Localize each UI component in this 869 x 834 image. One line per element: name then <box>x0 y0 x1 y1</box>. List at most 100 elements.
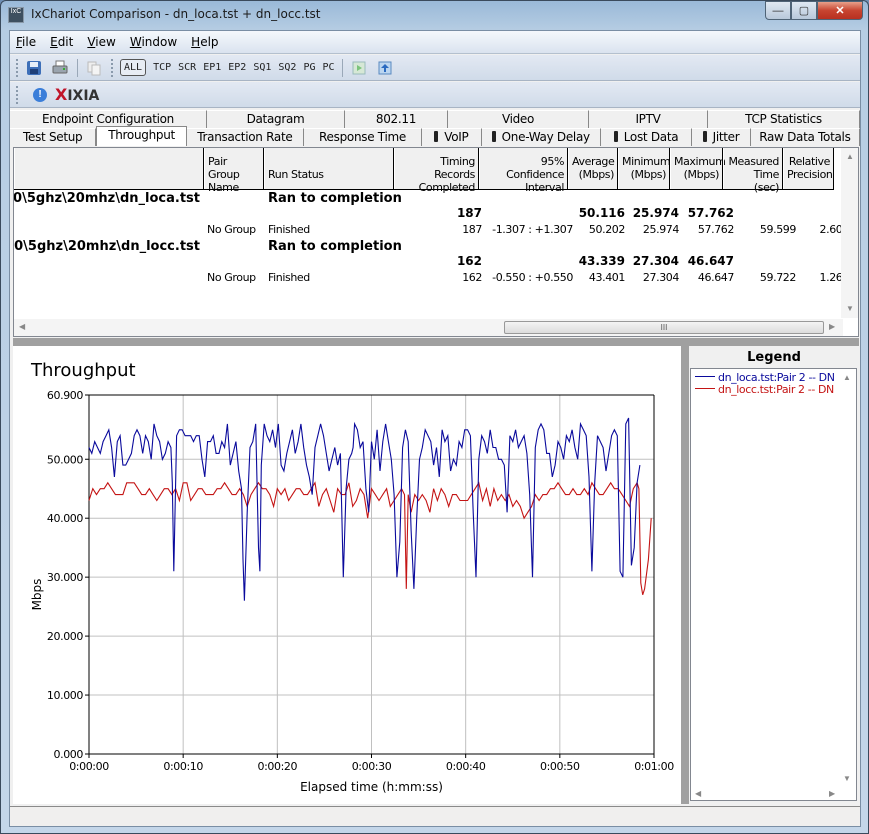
maximize-button[interactable]: ▢ <box>791 1 817 20</box>
tab-throughput[interactable]: Throughput <box>96 126 187 146</box>
tab-802-11[interactable]: 802.11 <box>345 110 448 128</box>
horizontal-scroll-thumb[interactable]: III <box>504 321 824 334</box>
filter-tcp-button[interactable]: TCP <box>153 62 171 73</box>
menu-file[interactable]: File <box>16 35 36 49</box>
filter-pg-button[interactable]: PG <box>303 62 315 73</box>
pair-maximum: 46.647 <box>697 271 734 284</box>
column-header-line2: (Mbps) <box>578 168 615 181</box>
scroll-down-arrow-icon[interactable]: ▼ <box>846 304 854 313</box>
legend-scroll-left-icon[interactable]: ◀ <box>695 789 701 798</box>
tab-response-time[interactable]: Response Time <box>303 128 423 146</box>
tab-label: Transaction Rate <box>197 130 293 144</box>
column-header[interactable]: Average (Mbps) <box>568 148 618 189</box>
scroll-left-arrow-icon[interactable]: ◀ <box>19 322 25 331</box>
chart-panel: Throughput 0:00:00 0:00:10 0:00:20 0:00:30 0:… <box>13 346 681 804</box>
menu-window[interactable]: Window <box>130 35 177 49</box>
tab-strip: Endpoint Configuration Datagram 802.11 Vide… <box>10 109 861 147</box>
tab-one-way-delay[interactable]: One-Way Delay <box>481 128 601 146</box>
column-header[interactable]: 95% Confidence Interval <box>479 148 568 194</box>
maximum-total: 46.647 <box>687 254 734 268</box>
tab-lost-data[interactable]: Lost Data <box>600 128 693 146</box>
records-total: 162 <box>456 254 482 268</box>
column-header-line1 <box>268 155 390 168</box>
group-row[interactable]: 500\5ghz\20mhz\dn_loca.tst Ran to complet… <box>14 191 844 207</box>
print-icon[interactable] <box>51 59 69 77</box>
column-header[interactable]: Relative Precision <box>783 148 834 189</box>
status-bar <box>10 806 860 826</box>
legend-item[interactable]: dn_locc.tst:Pair 2 -- DN <box>695 383 834 396</box>
column-header-line1: Measured <box>728 155 779 168</box>
pair-records: 187 <box>462 223 482 236</box>
tab-transaction-rate[interactable]: Transaction Rate <box>186 128 304 146</box>
save-icon[interactable] <box>25 59 43 77</box>
results-table: Pair Group Name Run Status Timing Records C… <box>13 147 859 337</box>
menu-edit[interactable]: Edit <box>50 35 73 49</box>
vertical-splitter[interactable] <box>681 346 689 804</box>
toolbar-grip[interactable] <box>16 85 19 104</box>
tab-tcp-statistics[interactable]: TCP Statistics <box>708 110 860 128</box>
column-header-line2: (Mbps) <box>630 168 667 181</box>
tab-voip[interactable]: VoIP <box>422 128 482 146</box>
filter-ep2-button[interactable]: EP2 <box>228 62 246 73</box>
pair-average: 50.202 <box>588 223 625 236</box>
import-icon[interactable] <box>376 59 394 77</box>
minimize-button[interactable]: — <box>765 1 791 20</box>
legend-scroll-down-icon[interactable]: ▼ <box>843 774 851 783</box>
pair-confidence-interval: -0.550 : +0.550 <box>492 271 573 284</box>
tab-jitter[interactable]: Jitter <box>692 128 751 146</box>
column-header[interactable] <box>14 148 204 189</box>
title-bar[interactable]: IxC IxChariot Comparison - dn_loca.tst +… <box>1 1 868 29</box>
x-tick-label: 0:00:50 <box>540 760 580 773</box>
scroll-right-arrow-icon[interactable]: ▶ <box>829 322 835 331</box>
filter-all-button[interactable]: ALL <box>120 59 147 76</box>
column-header[interactable]: Run Status <box>264 148 394 189</box>
table-horizontal-scrollbar[interactable]: ◀ III ▶ <box>14 319 843 336</box>
legend-panel: Legend ▲ ▼ ◀ ▶ dn_loca.tst:Pair 2 -- DN d… <box>689 346 859 804</box>
summary-row[interactable]: 162 43.339 27.304 46.647 <box>14 254 844 270</box>
column-header[interactable]: Timing Records Completed <box>394 148 479 194</box>
filter-scr-button[interactable]: SCR <box>178 62 196 73</box>
column-header[interactable]: Measured Time (sec) <box>723 148 783 194</box>
tab-video[interactable]: Video <box>448 110 589 128</box>
tab-raw-data-totals[interactable]: Raw Data Totals <box>750 128 861 146</box>
pair-row[interactable]: No Group Finished 162 -0.550 : +0.550 43.401… <box>14 271 849 287</box>
column-header[interactable]: Pair Group Name <box>204 148 264 194</box>
secondary-toolbar: ! XIXIA <box>10 82 860 108</box>
tab-datagram[interactable]: Datagram <box>207 110 345 128</box>
phone-icon <box>613 131 618 142</box>
copy-icon[interactable] <box>85 59 103 77</box>
group-row[interactable]: 500\5ghz\20mhz\dn_locc.tst Ran to complet… <box>14 239 844 255</box>
legend-line-swatch <box>695 388 715 389</box>
info-icon[interactable]: ! <box>33 87 47 102</box>
horizontal-splitter[interactable] <box>13 338 859 346</box>
scroll-up-arrow-icon[interactable]: ▲ <box>846 152 854 161</box>
column-header[interactable]: Minimum (Mbps) <box>618 148 671 189</box>
pair-records: 162 <box>462 271 482 284</box>
tab-label: One-Way Delay <box>501 130 590 144</box>
tab-test-setup[interactable]: Test Setup <box>10 128 97 146</box>
legend-scroll-right-icon[interactable]: ▶ <box>829 789 835 798</box>
filter-ep1-button[interactable]: EP1 <box>203 62 221 73</box>
export-icon[interactable] <box>350 59 368 77</box>
run-status: Ran to completion <box>268 239 402 254</box>
pair-row[interactable]: No Group Finished 187 -1.307 : +1.307 50.202… <box>14 223 849 239</box>
filter-sq2-button[interactable]: SQ2 <box>278 62 296 73</box>
menu-view[interactable]: View <box>87 35 115 49</box>
close-button[interactable]: ✕ <box>817 1 863 20</box>
toolbar-grip[interactable] <box>111 58 114 77</box>
tab-iptv[interactable]: IPTV <box>589 110 708 128</box>
test-file-path: 500\5ghz\20mhz\dn_loca.tst <box>13 191 200 206</box>
average-total: 43.339 <box>578 254 625 268</box>
column-header[interactable]: Maximum (Mbps) <box>670 148 726 189</box>
summary-row[interactable]: 187 50.116 25.974 57.762 <box>14 206 844 222</box>
column-header-line2 <box>18 168 200 181</box>
menu-help[interactable]: Help <box>191 35 218 49</box>
filter-sq1-button[interactable]: SQ1 <box>253 62 271 73</box>
app-window: IxC IxChariot Comparison - dn_loca.tst +… <box>0 0 869 834</box>
table-vertical-scrollbar[interactable]: ▲ ▼ <box>841 148 858 318</box>
menu-label: ile <box>22 35 37 49</box>
legend-scroll-up-icon[interactable]: ▲ <box>843 373 851 382</box>
throughput-chart: Throughput 0:00:00 0:00:10 0:00:20 0:00:30 0:… <box>30 360 675 794</box>
filter-pc-button[interactable]: PC <box>322 62 334 73</box>
toolbar-grip[interactable] <box>16 58 19 77</box>
